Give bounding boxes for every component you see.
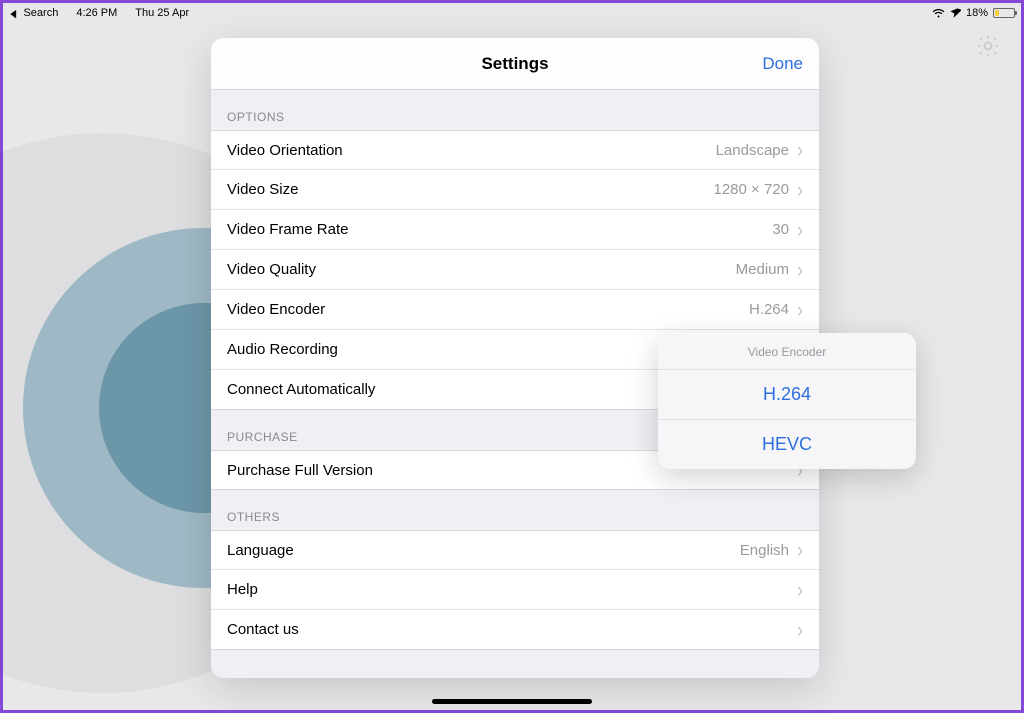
chevron-right-icon: › <box>797 619 803 641</box>
chevron-right-icon: › <box>797 139 803 161</box>
row-label: Video Size <box>227 181 298 198</box>
chevron-right-icon: › <box>797 579 803 601</box>
chevron-right-icon: › <box>797 219 803 241</box>
section-header-others: OTHERS <box>211 490 819 530</box>
row-label: Video Encoder <box>227 301 325 318</box>
popover-option-hevc[interactable]: HEVC <box>658 419 916 469</box>
row-contact-us[interactable]: Contact us › <box>211 610 819 650</box>
row-language[interactable]: Language English › <box>211 530 819 570</box>
row-video-frame-rate[interactable]: Video Frame Rate 30 › <box>211 210 819 250</box>
row-help[interactable]: Help › <box>211 570 819 610</box>
status-bar: ◀ Search 4:26 PM Thu 25 Apr 18% <box>3 3 1021 23</box>
back-app-label[interactable]: Search <box>23 7 58 19</box>
back-caret-icon[interactable]: ◀ <box>10 7 16 20</box>
row-value: H.264 <box>749 301 789 318</box>
chevron-right-icon: › <box>797 179 803 201</box>
row-label: Video Quality <box>227 261 316 278</box>
row-video-orientation[interactable]: Video Orientation Landscape › <box>211 130 819 170</box>
row-label: Help <box>227 581 258 598</box>
row-label: Video Orientation <box>227 142 343 159</box>
row-label: Audio Recording <box>227 341 338 358</box>
row-label: Video Frame Rate <box>227 221 348 238</box>
row-label: Connect Automatically <box>227 381 375 398</box>
page-title: Settings <box>481 54 548 74</box>
battery-icon <box>993 8 1015 18</box>
gear-icon[interactable] <box>975 33 1001 64</box>
location-icon <box>950 8 961 19</box>
video-encoder-popover: Video Encoder H.264 HEVC <box>658 333 916 469</box>
row-value: Landscape <box>716 142 789 159</box>
row-video-size[interactable]: Video Size 1280 × 720 › <box>211 170 819 210</box>
status-date: Thu 25 Apr <box>135 7 189 19</box>
row-value: Medium <box>736 261 789 278</box>
chevron-right-icon: › <box>797 539 803 561</box>
status-time: 4:26 PM <box>76 7 117 19</box>
popover-option-h264[interactable]: H.264 <box>658 369 916 419</box>
home-indicator[interactable] <box>432 699 592 704</box>
row-label: Contact us <box>227 621 299 638</box>
chevron-right-icon: › <box>797 299 803 321</box>
row-video-encoder[interactable]: Video Encoder H.264 › <box>211 290 819 330</box>
row-video-quality[interactable]: Video Quality Medium › <box>211 250 819 290</box>
popover-title: Video Encoder <box>658 333 916 369</box>
row-label: Purchase Full Version <box>227 462 373 479</box>
done-button[interactable]: Done <box>762 38 803 90</box>
battery-percent: 18% <box>966 7 988 19</box>
sheet-header: Settings Done <box>211 38 819 90</box>
section-header-options: OPTIONS <box>211 90 819 130</box>
row-label: Language <box>227 542 294 559</box>
wifi-icon <box>932 8 945 18</box>
row-value: English <box>740 542 789 559</box>
row-value: 1280 × 720 <box>714 181 790 198</box>
chevron-right-icon: › <box>797 259 803 281</box>
row-value: 30 <box>772 221 789 238</box>
others-group: Language English › Help › Contact us › <box>211 530 819 650</box>
